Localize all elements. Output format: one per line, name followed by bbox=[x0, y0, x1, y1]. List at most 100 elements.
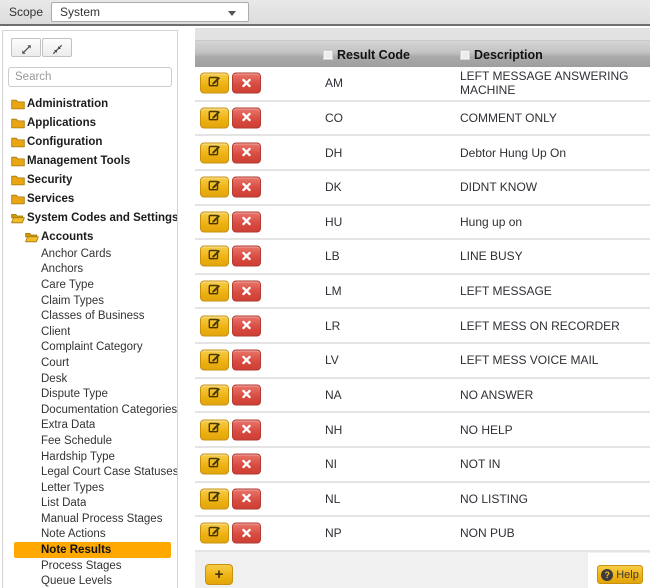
sidebar-item-label: Manual Process Stages bbox=[41, 513, 162, 525]
edit-button[interactable] bbox=[200, 523, 229, 544]
expand-all-button[interactable] bbox=[11, 38, 41, 57]
sidebar-item-documentation-categories[interactable]: Documentation Categories bbox=[3, 402, 177, 418]
sidebar-item-fee-schedule[interactable]: Fee Schedule bbox=[3, 433, 177, 449]
edit-pencil-icon bbox=[208, 524, 221, 542]
edit-button[interactable] bbox=[200, 142, 229, 163]
delete-button[interactable] bbox=[232, 107, 261, 128]
scope-select[interactable]: System bbox=[51, 2, 249, 22]
folder-open-icon bbox=[11, 212, 25, 224]
sidebar-item-label: Court bbox=[41, 357, 69, 369]
delete-button[interactable] bbox=[232, 315, 261, 336]
sidebar-item-client[interactable]: Client bbox=[3, 324, 177, 340]
edit-button[interactable] bbox=[200, 211, 229, 232]
result-code-cell: NP bbox=[325, 526, 342, 540]
column-checkbox-description[interactable] bbox=[460, 50, 470, 60]
sidebar-item-applications[interactable]: Applications bbox=[3, 113, 177, 132]
description-cell: NO ANSWER bbox=[460, 388, 533, 402]
edit-button[interactable] bbox=[200, 281, 229, 302]
grid-body: AMLEFT MESSAGE ANSWERING MACHINECOCOMMEN… bbox=[195, 67, 650, 552]
table-row: NLNO LISTING bbox=[195, 483, 650, 518]
search-input[interactable] bbox=[8, 67, 172, 87]
sidebar-item-note-results[interactable]: Note Results bbox=[14, 542, 171, 558]
sidebar-item-anchor-cards[interactable]: Anchor Cards bbox=[3, 246, 177, 262]
edit-button[interactable] bbox=[200, 107, 229, 128]
edit-pencil-icon bbox=[208, 351, 221, 369]
sidebar-item-services[interactable]: Services bbox=[3, 189, 177, 208]
sidebar-item-desk[interactable]: Desk bbox=[3, 371, 177, 387]
delete-button[interactable] bbox=[232, 419, 261, 440]
description-cell: DIDNT KNOW bbox=[460, 180, 537, 194]
table-row: LVLEFT MESS VOICE MAIL bbox=[195, 344, 650, 379]
sidebar-item-label: Queue Levels bbox=[41, 575, 112, 587]
edit-button[interactable] bbox=[200, 246, 229, 267]
delete-button[interactable] bbox=[232, 454, 261, 475]
edit-button[interactable] bbox=[200, 384, 229, 405]
sidebar-item-configuration[interactable]: Configuration bbox=[3, 132, 177, 151]
help-button-label: Help bbox=[616, 569, 639, 581]
sidebar-item-label: Process Stages bbox=[41, 560, 122, 572]
sidebar-item-claim-types[interactable]: Claim Types bbox=[3, 293, 177, 309]
sidebar-item-security[interactable]: Security bbox=[3, 170, 177, 189]
delete-button[interactable] bbox=[232, 523, 261, 544]
sidebar-item-label: Security bbox=[27, 174, 72, 186]
column-checkbox-result-code[interactable] bbox=[323, 50, 333, 60]
sidebar-item-extra-data[interactable]: Extra Data bbox=[3, 418, 177, 434]
sidebar-item-system-codes-and-settings[interactable]: System Codes and Settings bbox=[3, 208, 177, 227]
edit-button[interactable] bbox=[200, 73, 229, 94]
table-row: COCOMMENT ONLY bbox=[195, 102, 650, 137]
edit-pencil-icon bbox=[208, 317, 221, 335]
sidebar-item-court[interactable]: Court bbox=[3, 355, 177, 371]
sidebar-item-accounts[interactable]: Accounts bbox=[3, 227, 177, 246]
sidebar-item-complaint-category[interactable]: Complaint Category bbox=[3, 340, 177, 356]
delete-button[interactable] bbox=[232, 211, 261, 232]
sidebar-item-hardship-type[interactable]: Hardship Type bbox=[3, 449, 177, 465]
sidebar-item-label: Management Tools bbox=[27, 155, 130, 167]
delete-button[interactable] bbox=[232, 350, 261, 371]
edit-button[interactable] bbox=[200, 177, 229, 198]
sidebar-item-letter-types[interactable]: Letter Types bbox=[3, 480, 177, 496]
column-header-description: Description bbox=[474, 48, 543, 62]
delete-button[interactable] bbox=[232, 246, 261, 267]
help-button[interactable]: ? Help bbox=[597, 565, 643, 584]
sidebar-item-administration[interactable]: Administration bbox=[3, 94, 177, 113]
description-cell: LEFT MESS ON RECORDER bbox=[460, 319, 620, 333]
delete-button[interactable] bbox=[232, 281, 261, 302]
sidebar-item-care-type[interactable]: Care Type bbox=[3, 277, 177, 293]
sidebar-item-label: Extra Data bbox=[41, 419, 95, 431]
collapse-all-button[interactable] bbox=[42, 38, 72, 57]
sidebar-item-classes-of-business[interactable]: Classes of Business bbox=[3, 308, 177, 324]
delete-button[interactable] bbox=[232, 177, 261, 198]
sidebar-item-list-data[interactable]: List Data bbox=[3, 496, 177, 512]
delete-button[interactable] bbox=[232, 73, 261, 94]
edit-pencil-icon bbox=[208, 74, 221, 92]
sidebar-item-process-stages[interactable]: Process Stages bbox=[3, 558, 177, 574]
delete-button[interactable] bbox=[232, 142, 261, 163]
sidebar-item-anchors[interactable]: Anchors bbox=[3, 262, 177, 278]
collapse-all-icon bbox=[52, 42, 63, 59]
result-code-cell: LV bbox=[325, 353, 339, 367]
tree-toolbar bbox=[3, 31, 177, 60]
folder-closed-icon bbox=[11, 136, 25, 148]
edit-button[interactable] bbox=[200, 419, 229, 440]
result-code-cell: AM bbox=[325, 76, 343, 90]
delete-x-icon bbox=[242, 213, 251, 231]
sidebar-item-label: Documentation Categories bbox=[41, 404, 177, 416]
sidebar-item-legal-court-case-statuses[interactable]: Legal Court Case Statuses bbox=[3, 464, 177, 480]
sidebar-item-dispute-type[interactable]: Dispute Type bbox=[3, 386, 177, 402]
edit-button[interactable] bbox=[200, 315, 229, 336]
sidebar-item-label: Note Actions bbox=[41, 528, 106, 540]
table-row: AMLEFT MESSAGE ANSWERING MACHINE bbox=[195, 67, 650, 102]
panel-top-strip bbox=[195, 28, 650, 40]
delete-button[interactable] bbox=[232, 488, 261, 509]
delete-x-icon bbox=[242, 351, 251, 369]
sidebar-item-manual-process-stages[interactable]: Manual Process Stages bbox=[3, 511, 177, 527]
sidebar-item-queue-levels[interactable]: Queue Levels bbox=[3, 573, 177, 588]
edit-button[interactable] bbox=[200, 350, 229, 371]
sidebar-item-note-actions[interactable]: Note Actions bbox=[3, 527, 177, 543]
edit-button[interactable] bbox=[200, 454, 229, 475]
navigation-sidebar: AdministrationApplicationsConfiguration M… bbox=[2, 30, 178, 588]
sidebar-item-management-tools[interactable]: Management Tools bbox=[3, 151, 177, 170]
delete-button[interactable] bbox=[232, 384, 261, 405]
edit-button[interactable] bbox=[200, 488, 229, 509]
add-button[interactable]: + bbox=[205, 564, 233, 585]
